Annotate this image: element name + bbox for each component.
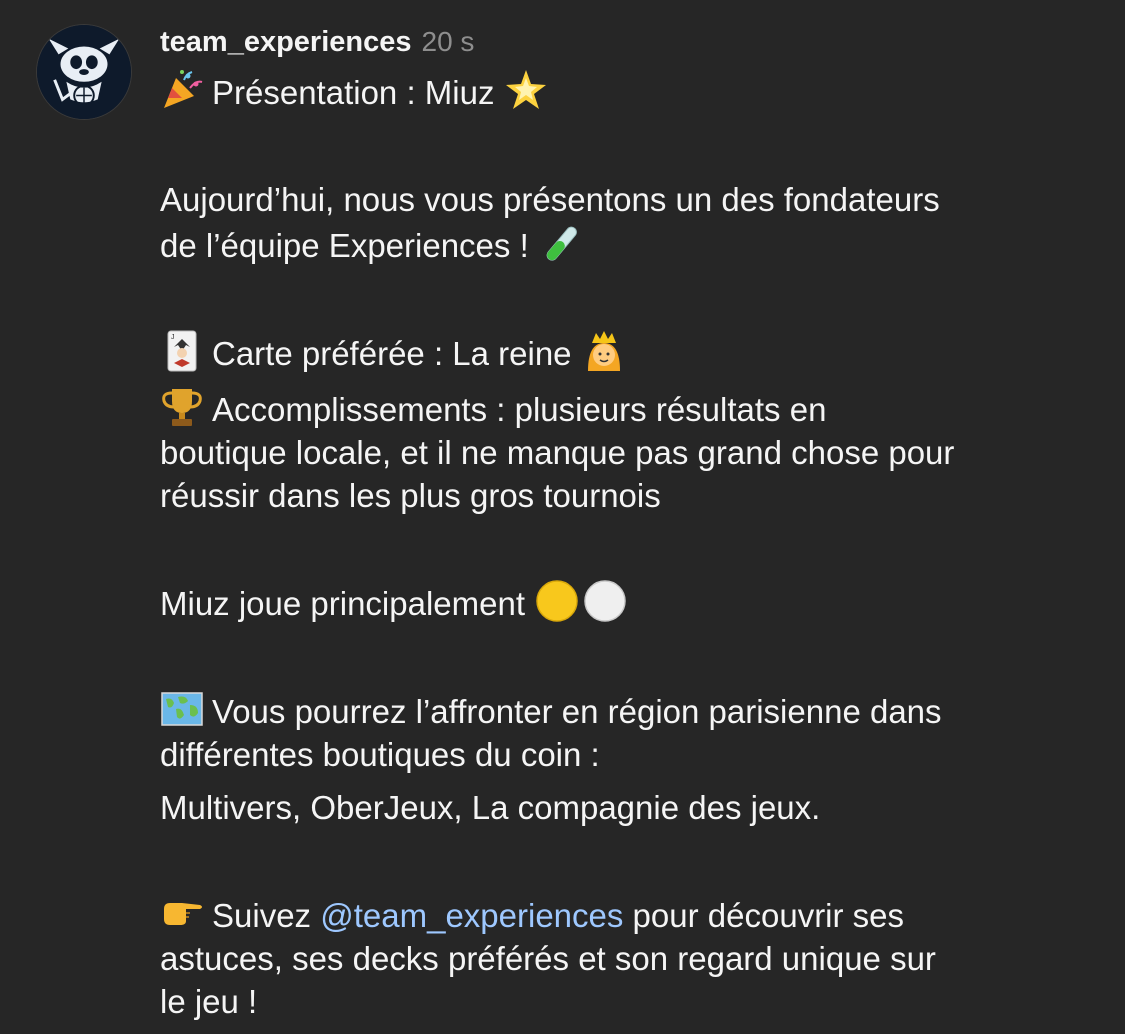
pointing-right-icon — [160, 891, 204, 935]
joker-card-icon: J — [160, 329, 204, 373]
glowing-star-icon — [504, 68, 548, 112]
location-text-1: Vous pourrez l’affronter en région paris… — [212, 693, 942, 730]
post-header: team_experiences 20 s — [160, 26, 474, 64]
favorite-card-line: J Carte préférée : La reine — [160, 329, 1095, 375]
princess-icon — [582, 329, 626, 373]
achievements-line-3: réussir dans les plus gros tournois — [160, 477, 661, 514]
mention-link[interactable]: @team_experiences — [320, 897, 623, 934]
plays-text: Miuz joue principalement — [160, 585, 526, 622]
intro-line-1: Aujourd’hui, nous vous présentons un des… — [160, 181, 940, 218]
svg-text:J: J — [171, 334, 175, 341]
follow-suffix: pour découvrir ses — [623, 897, 905, 934]
favorite-card: Carte préférée : La reine — [212, 335, 572, 372]
username[interactable]: team_experiences — [160, 26, 412, 59]
shops-line: Multivers, OberJeux, La compagnie des je… — [160, 789, 821, 826]
white-circle-icon — [583, 579, 627, 623]
trophy-icon — [160, 385, 204, 429]
post-title-line: Présentation : Miuz — [160, 68, 1095, 114]
follow-line-1: Suivez @team_experiences pour découvrir … — [160, 891, 1095, 937]
location-line-2: différentes boutiques du coin : — [160, 736, 600, 773]
achievements-line-1: Accomplissements : plusieurs résultats e… — [160, 385, 1095, 431]
achievements-line-2: boutique locale, et il ne manque pas gra… — [160, 434, 955, 471]
intro-line-2-text: de l’équipe Experiences ! — [160, 227, 529, 264]
follow-prefix: Suivez — [212, 897, 312, 934]
timestamp: 20 s — [421, 26, 475, 57]
post-title: Présentation : Miuz — [212, 74, 495, 111]
intro-line-2: de l’équipe Experiences ! — [160, 221, 1095, 267]
achievements-text-1: Accomplissements : plusieurs résultats e… — [212, 391, 827, 428]
follow-line-2: astuces, ses decks préférés et son regar… — [160, 940, 936, 977]
stitch-avatar-icon — [37, 25, 131, 119]
party-popper-icon — [160, 68, 204, 112]
world-map-icon — [160, 687, 204, 731]
plays-line: Miuz joue principalement — [160, 579, 1095, 625]
avatar[interactable] — [36, 24, 132, 120]
yellow-circle-icon — [535, 579, 579, 623]
location-line-1: Vous pourrez l’affronter en région paris… — [160, 687, 1095, 733]
post-body: Présentation : Miuz Aujourd’hui, nous vo… — [160, 68, 1095, 1023]
follow-line-3: le jeu ! — [160, 983, 258, 1020]
test-tube-icon — [539, 221, 583, 265]
